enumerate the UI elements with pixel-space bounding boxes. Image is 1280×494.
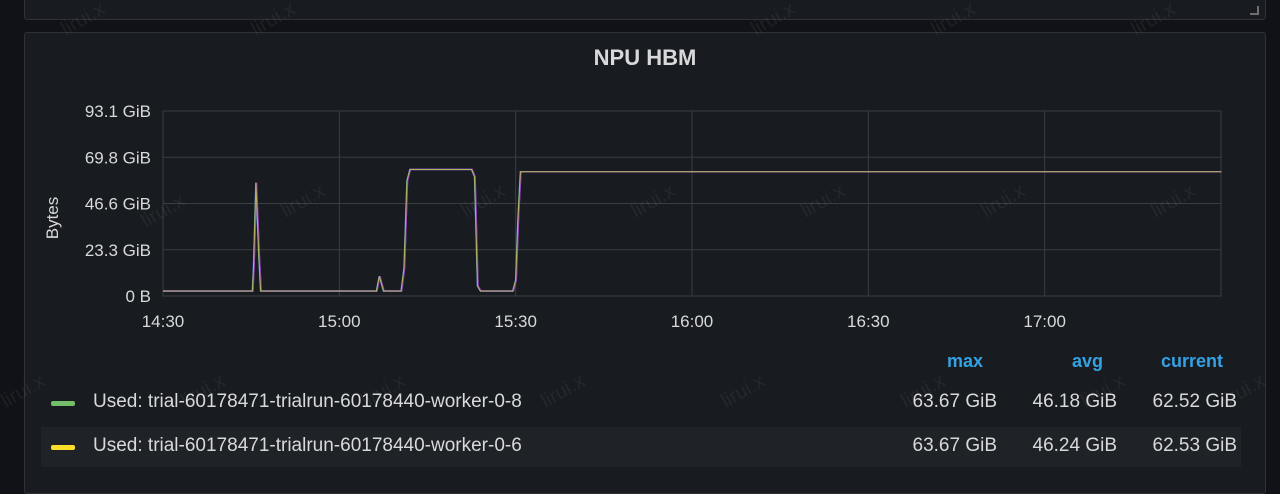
series-avg: 46.24 GiB	[1032, 435, 1118, 456]
line-chart: Bytes 0 B 23.3 GiB 46.6 GiB 69.8 GiB 93.1 Gi…	[43, 102, 1222, 331]
resize-handle-icon[interactable]	[1250, 6, 1259, 15]
series-current: 62.52 GiB	[1152, 391, 1238, 412]
y-axis-label: Bytes	[43, 197, 62, 240]
legend-item[interactable]: Used: trial-60178471-trialrun-60178440-w…	[41, 383, 1241, 423]
y-tick-label: 23.3 GiB	[85, 241, 151, 260]
series-line[interactable]	[163, 168, 1222, 292]
legend-header-current[interactable]: current	[1143, 351, 1223, 372]
series-color-swatch[interactable]	[51, 445, 75, 450]
series-avg: 46.18 GiB	[1032, 391, 1118, 412]
y-tick-label: 93.1 GiB	[85, 102, 151, 121]
series-max: 63.67 GiB	[912, 391, 998, 412]
series-max: 63.67 GiB	[912, 435, 998, 456]
series-line[interactable]	[163, 168, 1222, 292]
legend-item[interactable]: Used: trial-60178471-trialrun-60178440-w…	[41, 427, 1241, 467]
x-tick-label: 16:00	[671, 312, 714, 331]
x-tick-label: 15:00	[318, 312, 361, 331]
x-tick-label: 14:30	[142, 312, 185, 331]
legend-header-max[interactable]: max	[905, 351, 983, 372]
previous-panel	[24, 0, 1266, 20]
legend-header-avg[interactable]: avg	[1025, 351, 1103, 372]
x-tick-label: 15:30	[494, 312, 537, 331]
series-name[interactable]: Used: trial-60178471-trialrun-60178440-w…	[93, 391, 522, 413]
series-color-swatch[interactable]	[51, 401, 75, 406]
series-name[interactable]: Used: trial-60178471-trialrun-60178440-w…	[93, 435, 522, 457]
series-current: 62.53 GiB	[1152, 435, 1238, 456]
x-tick-label: 16:30	[847, 312, 890, 331]
y-tick-label: 0 B	[125, 287, 151, 306]
x-tick-label: 17:00	[1023, 312, 1066, 331]
y-tick-label: 69.8 GiB	[85, 148, 151, 167]
y-tick-label: 46.6 GiB	[85, 195, 151, 214]
npu-hbm-panel: NPU HBM Bytes 0 B 23.3 GiB 46.6 GiB 69.8 Gi…	[24, 32, 1266, 494]
